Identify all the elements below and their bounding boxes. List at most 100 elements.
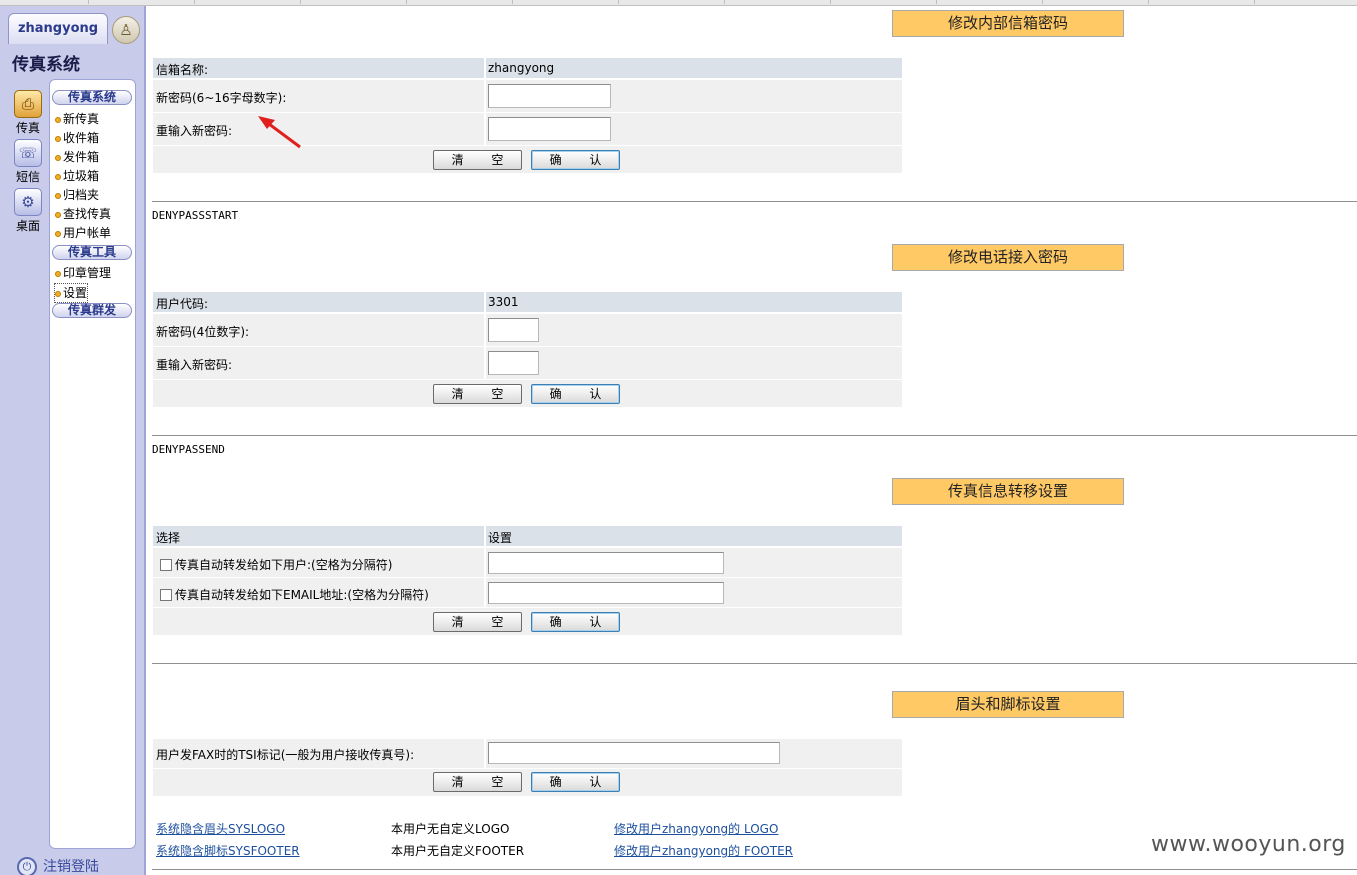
bullet-icon <box>55 192 61 199</box>
nav-item-seal-management[interactable]: 印章管理 <box>55 264 111 282</box>
forward-email-label: 传真自动转发给如下EMAIL地址:(空格为分隔符) <box>175 588 429 602</box>
nav-item-new-fax[interactable]: 新传真 <box>55 110 99 128</box>
forward-users-option[interactable]: 传真自动转发给如下用户:(空格为分隔符) <box>160 556 392 573</box>
side-button-fax[interactable]: ⎙ 传真 <box>11 90 45 136</box>
phone-clear-button[interactable]: 清 空 <box>433 384 522 404</box>
tsi-input[interactable] <box>488 742 780 764</box>
cell-divider <box>484 548 486 577</box>
header-footer-confirm-button[interactable]: 确 认 <box>531 772 620 792</box>
user-code-row: 用户代码: 3301 <box>153 292 902 312</box>
watermark: www.wooyun.org <box>1151 832 1346 857</box>
mailbox-confirm-password-label: 重输入新密码: <box>156 124 233 138</box>
nav-item-user-bill[interactable]: 用户帐单 <box>55 224 111 242</box>
username-tab[interactable]: zhangyong <box>8 13 108 44</box>
nav-item-archive[interactable]: 归档夹 <box>55 186 99 204</box>
mailbox-new-password-input[interactable] <box>488 84 611 108</box>
forwarding-confirm-button[interactable]: 确 认 <box>531 612 620 632</box>
bullet-icon <box>55 116 61 123</box>
system-footer-link[interactable]: 系统隐含脚标SYSFOOTER <box>156 842 300 859</box>
forwarding-col-select: 选择 <box>156 531 181 545</box>
mailbox-confirm-button[interactable]: 确 认 <box>531 150 620 170</box>
forwarding-button-row: 清 空 确 认 <box>153 608 902 635</box>
forward-email-input[interactable] <box>488 582 724 604</box>
forward-email-option[interactable]: 传真自动转发给如下EMAIL地址:(空格为分隔符) <box>160 586 429 603</box>
side-button-sms[interactable]: ☏ 短信 <box>11 139 45 185</box>
fax-icon: ⎙ <box>14 90 42 118</box>
section-divider <box>152 201 1357 202</box>
nav-item-label: 设置 <box>63 286 88 300</box>
deny-pass-end-marker: DENYPASSEND <box>152 443 225 456</box>
sidebar-menu-panel: 传真系统 新传真 收件箱 发件箱 垃圾箱 归档夹 查找传真 用户帐单 传真工具 … <box>49 79 136 849</box>
phone-confirm-password-input[interactable] <box>488 351 539 375</box>
bullet-icon <box>55 230 61 237</box>
cell-divider <box>484 739 486 768</box>
top-column-strip <box>0 0 1357 6</box>
custom-logo-status: 本用户无自定义LOGO <box>391 822 510 836</box>
forwarding-col-settings: 设置 <box>488 531 513 545</box>
mailbox-confirm-password-input[interactable] <box>488 117 611 141</box>
section-title-phone-password: 修改电话接入密码 <box>892 244 1124 271</box>
bullet-icon <box>55 270 61 277</box>
tsi-label: 用户发FAX时的TSI标记(一般为用户接收传真号): <box>156 748 415 762</box>
mailbox-new-password-label: 新密码(6~16字母数字): <box>156 91 287 105</box>
cell-divider <box>484 526 486 546</box>
nav-item-outbox[interactable]: 发件箱 <box>55 148 99 166</box>
nav-item-inbox[interactable]: 收件箱 <box>55 129 99 147</box>
nav-item-label: 印章管理 <box>63 266 112 280</box>
forward-email-checkbox[interactable] <box>160 589 172 601</box>
forward-users-input[interactable] <box>488 552 724 574</box>
sidebar: zhangyong ♙ 传真系统 ⎙ 传真 ☏ 短信 ⚙ 桌面 传真系统 新传真… <box>0 6 146 875</box>
nav-group-fax-broadcast[interactable]: 传真群发 <box>52 303 132 318</box>
user-avatar-icon[interactable]: ♙ <box>112 16 140 44</box>
cell-divider <box>484 80 486 112</box>
side-button-desktop-label: 桌面 <box>15 219 40 233</box>
section-divider <box>152 435 1357 436</box>
nav-item-label: 新传真 <box>63 112 100 126</box>
cell-divider <box>484 292 486 312</box>
nav-group-fax-tools[interactable]: 传真工具 <box>52 245 132 260</box>
annotation-arrow-icon <box>258 116 301 149</box>
phone-confirm-button[interactable]: 确 认 <box>531 384 620 404</box>
mailbox-name-label: 信箱名称: <box>156 63 209 77</box>
nav-item-label: 收件箱 <box>63 131 100 145</box>
bullet-icon <box>55 154 61 161</box>
nav-item-label: 垃圾箱 <box>63 169 100 183</box>
nav-item-search-fax[interactable]: 查找传真 <box>55 205 111 223</box>
phone-confirm-password-row: 重输入新密码: <box>153 347 902 379</box>
user-code-value: 3301 <box>488 295 519 309</box>
forward-email-row: 传真自动转发给如下EMAIL地址:(空格为分隔符) <box>153 578 902 607</box>
nav-item-settings[interactable]: 设置 <box>53 283 89 303</box>
cell-divider <box>484 347 486 379</box>
side-button-desktop[interactable]: ⚙ 桌面 <box>11 188 45 234</box>
edit-logo-link[interactable]: 修改用户zhangyong的 LOGO <box>614 820 778 837</box>
side-button-sms-label: 短信 <box>15 170 40 184</box>
phone-new-password-input[interactable] <box>488 318 539 342</box>
section-title-forwarding: 传真信息转移设置 <box>892 478 1124 505</box>
mailbox-clear-button[interactable]: 清 空 <box>433 150 522 170</box>
user-code-label: 用户代码: <box>156 297 209 311</box>
section-divider <box>152 869 1357 870</box>
bullet-icon <box>55 135 61 142</box>
custom-footer-status: 本用户无自定义FOOTER <box>391 844 525 858</box>
header-footer-clear-button[interactable]: 清 空 <box>433 772 522 792</box>
edit-footer-link[interactable]: 修改用户zhangyong的 FOOTER <box>614 842 793 859</box>
header-footer-button-row: 清 空 确 认 <box>153 769 902 796</box>
bullet-icon <box>55 173 61 180</box>
cell-divider <box>484 113 486 145</box>
phone-new-password-label: 新密码(4位数字): <box>156 325 250 339</box>
forward-users-checkbox[interactable] <box>160 559 172 571</box>
mailbox-name-value: zhangyong <box>488 61 555 75</box>
side-button-fax-label: 传真 <box>15 121 40 135</box>
nav-item-trash[interactable]: 垃圾箱 <box>55 167 99 185</box>
deny-pass-start-marker: DENYPASSSTART <box>152 209 239 222</box>
mailbox-new-password-row: 新密码(6~16字母数字): <box>153 80 902 112</box>
power-icon: ⏻ <box>17 857 37 875</box>
nav-item-label: 归档夹 <box>63 188 100 202</box>
nav-item-label: 发件箱 <box>63 150 100 164</box>
logout-button[interactable]: ⏻ 注销登陆 <box>17 856 99 875</box>
nav-group-fax-system[interactable]: 传真系统 <box>52 90 132 105</box>
bullet-icon <box>55 290 61 297</box>
forwarding-clear-button[interactable]: 清 空 <box>433 612 522 632</box>
cell-divider <box>484 314 486 346</box>
system-logo-link[interactable]: 系统隐含眉头SYSLOGO <box>156 820 285 837</box>
